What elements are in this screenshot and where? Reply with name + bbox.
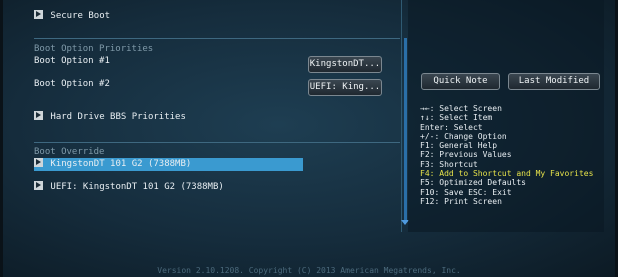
submenu-arrow-icon bbox=[34, 158, 43, 167]
help-line: F1: General Help bbox=[420, 141, 498, 151]
submenu-arrow-icon bbox=[34, 111, 43, 120]
boot-override-item-label: KingstonDT 101 G2 (7388MB) bbox=[50, 159, 192, 169]
help-line: +/-: Change Option bbox=[420, 131, 507, 141]
boot-option-1-select[interactable]: KingstonDT... bbox=[308, 56, 382, 73]
secure-boot-label: Secure Boot bbox=[50, 11, 111, 21]
copyright-footer: Version 2.10.1208. Copyright (C) 2013 Am… bbox=[157, 266, 461, 275]
help-line: F10: Save ESC: Exit bbox=[420, 187, 512, 197]
boot-override-item-label: UEFI: KingstonDT 101 G2 (7388MB) bbox=[50, 182, 224, 192]
secure-boot-item[interactable]: Secure Boot bbox=[34, 10, 110, 23]
boot-override-item-uefi-kingston[interactable]: UEFI: KingstonDT 101 G2 (7388MB) bbox=[34, 181, 224, 194]
help-line: F12: Print Screen bbox=[420, 196, 502, 206]
help-line: F3: Shortcut bbox=[420, 159, 478, 169]
hard-drive-bbs-item[interactable]: Hard Drive BBS Priorities bbox=[34, 111, 186, 124]
scrollbar[interactable] bbox=[404, 38, 407, 220]
boot-option-2-label: Boot Option #2 bbox=[34, 79, 110, 89]
help-line: F2: Previous Values bbox=[420, 150, 512, 160]
boot-override-item-kingston[interactable]: KingstonDT 101 G2 (7388MB) bbox=[34, 158, 191, 171]
key-help-list: →←: Select Screen ↑↓: Select Item Enter:… bbox=[420, 104, 593, 206]
help-line-highlighted: F4: Add to Shortcut and My Favorites bbox=[420, 169, 594, 179]
last-modified-button[interactable]: Last Modified bbox=[508, 73, 600, 90]
help-line: ↑↓: Select Item bbox=[420, 113, 493, 123]
panel-divider bbox=[401, 0, 402, 232]
submenu-arrow-icon bbox=[34, 10, 43, 19]
section-divider bbox=[34, 142, 400, 143]
section-divider bbox=[34, 38, 400, 39]
help-line: Enter: Select bbox=[420, 122, 483, 132]
help-line: F5: Optimized Defaults bbox=[420, 178, 526, 188]
help-line: →←: Select Screen bbox=[420, 104, 502, 113]
submenu-arrow-icon bbox=[34, 181, 43, 190]
quick-note-button[interactable]: Quick Note bbox=[421, 73, 500, 90]
boot-option-2-select[interactable]: UEFI: King... bbox=[308, 79, 382, 96]
hard-drive-bbs-label: Hard Drive BBS Priorities bbox=[50, 112, 186, 122]
boot-option-1-label: Boot Option #1 bbox=[34, 56, 110, 66]
boot-settings-panel: Secure Boot Boot Option Priorities Boot … bbox=[28, 0, 402, 240]
